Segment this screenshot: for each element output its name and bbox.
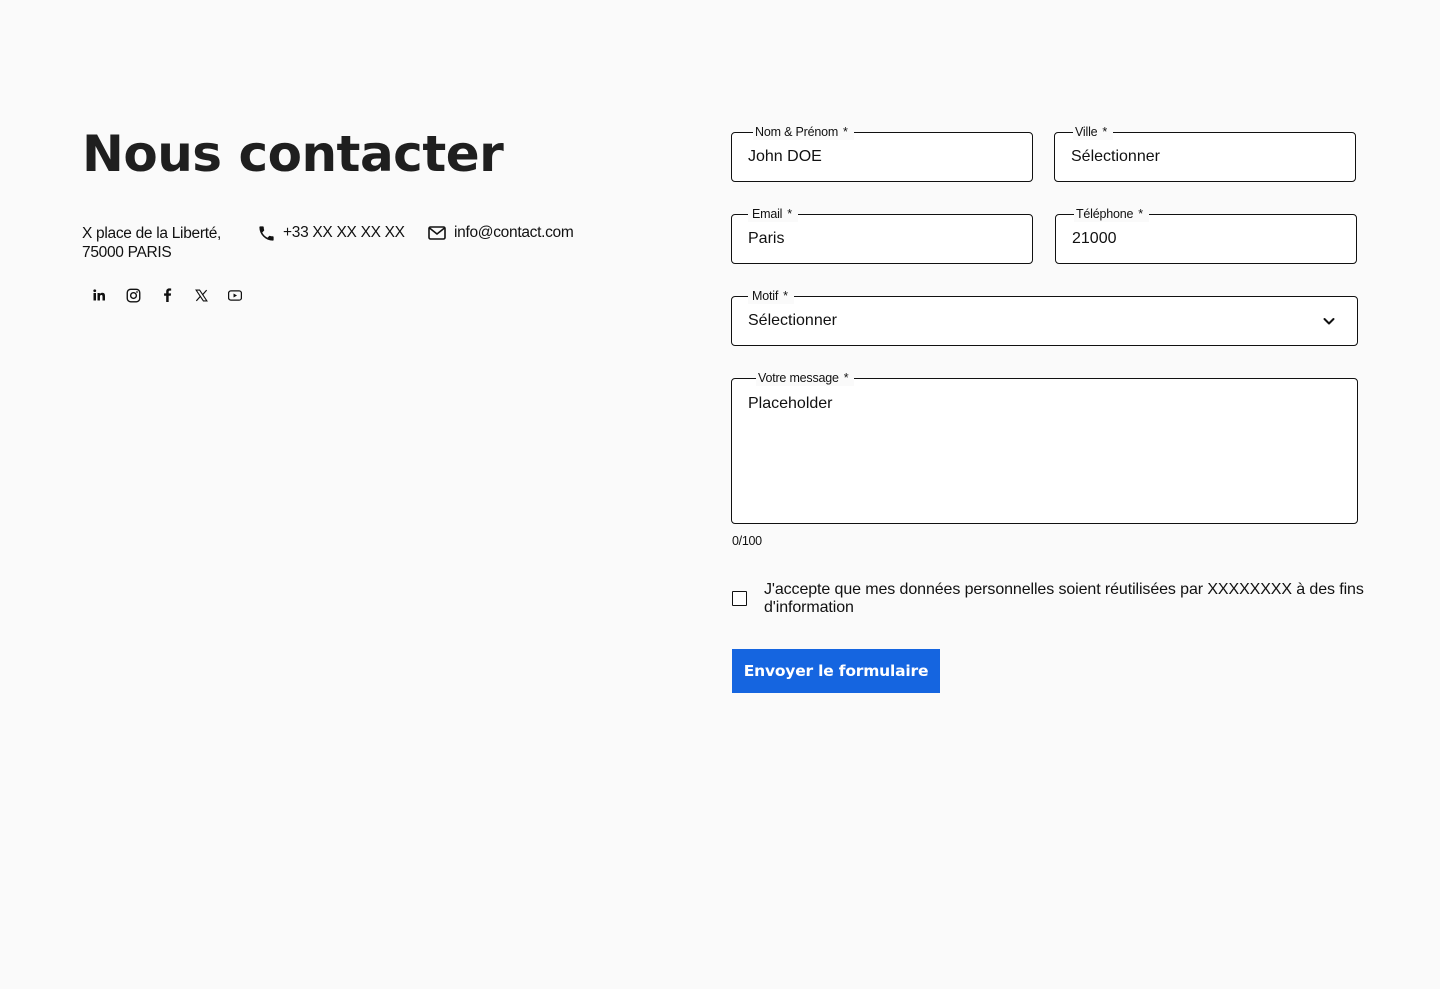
address-line-1: X place de la Liberté,	[82, 225, 222, 242]
reason-select-value: Sélectionner	[748, 312, 837, 329]
phone-number: +33 XX XX XX XX	[283, 224, 405, 241]
youtube-icon[interactable]	[225, 285, 245, 305]
email-field-value: Paris	[748, 230, 785, 247]
city-field-value: Sélectionner	[1071, 148, 1160, 165]
character-counter: 0/100	[732, 534, 762, 548]
phone-icon	[257, 224, 276, 243]
social-links	[89, 285, 245, 305]
phone-field-value: 21000	[1072, 230, 1117, 247]
message-textarea-label: Votre message *	[756, 370, 855, 386]
page-title: Nous contacter	[82, 125, 504, 183]
message-textarea[interactable]: Votre message * Placeholder	[731, 370, 1358, 524]
reason-select[interactable]: Motif * Sélectionner	[731, 288, 1358, 346]
consent-checkbox[interactable]	[732, 591, 747, 606]
email-address: info@contact.com	[454, 224, 574, 241]
phone-contact[interactable]: +33 XX XX XX XX	[257, 223, 405, 243]
instagram-icon[interactable]	[123, 285, 143, 305]
city-field[interactable]: Ville * Sélectionner	[1054, 124, 1356, 182]
address-line-2: 75000 PARIS	[82, 244, 172, 261]
x-icon[interactable]	[191, 285, 211, 305]
linkedin-icon[interactable]	[89, 285, 109, 305]
name-field-value: John DOE	[748, 148, 822, 165]
name-field[interactable]: Nom & Prénom * John DOE	[731, 124, 1033, 182]
consent-label[interactable]: J'accepte que mes données personnelles s…	[764, 581, 1364, 617]
message-placeholder: Placeholder	[748, 395, 833, 412]
address: X place de la Liberté, 75000 PARIS	[82, 224, 221, 262]
email-contact[interactable]: info@contact.com	[428, 223, 574, 243]
chevron-down-icon	[1321, 313, 1337, 329]
email-field[interactable]: Email * Paris	[731, 206, 1033, 264]
mail-icon	[428, 226, 446, 240]
phone-field[interactable]: Téléphone * 21000	[1055, 206, 1357, 264]
facebook-icon[interactable]	[157, 285, 177, 305]
submit-button[interactable]: Envoyer le formulaire	[732, 649, 940, 693]
